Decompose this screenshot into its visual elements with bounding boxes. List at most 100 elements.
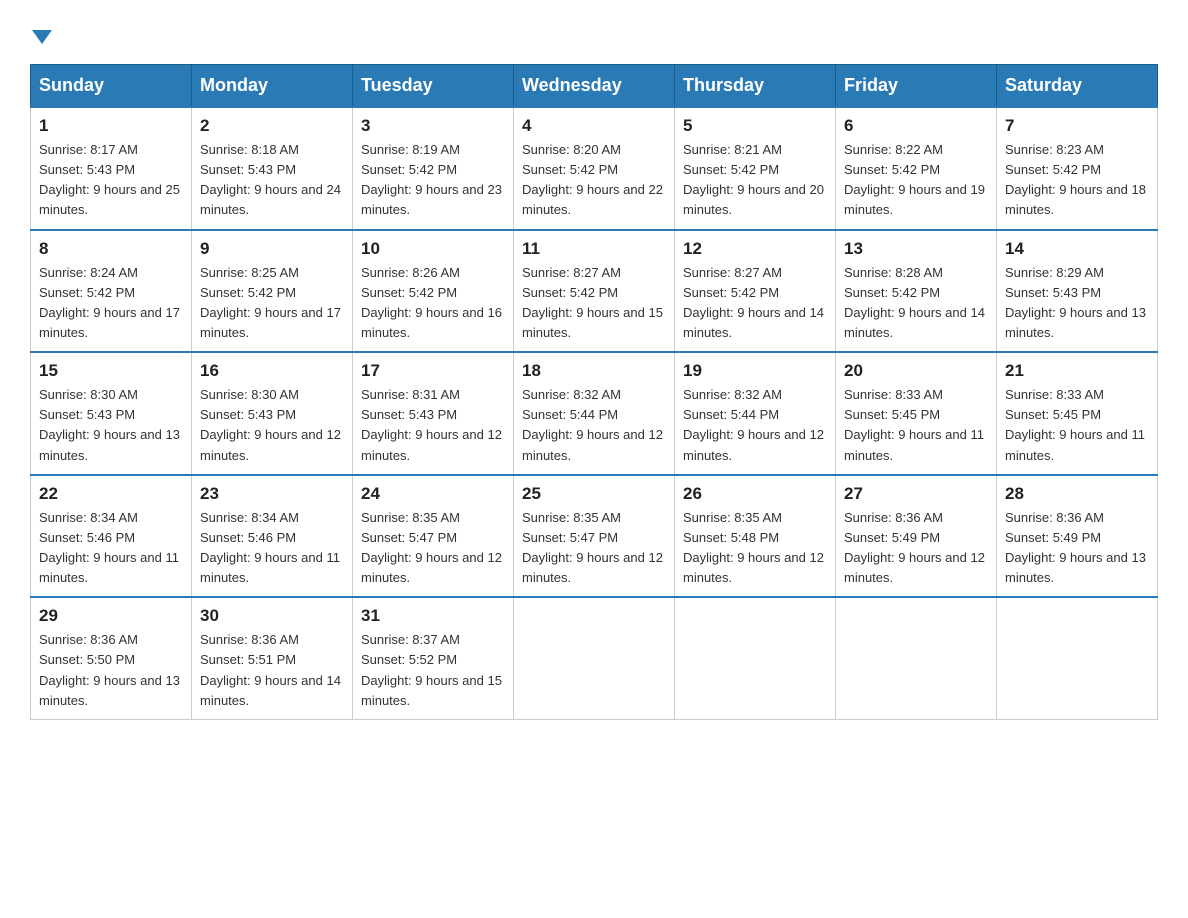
day-info: Sunrise: 8:34 AM Sunset: 5:46 PM Dayligh… [200,508,344,589]
calendar-cell: 28 Sunrise: 8:36 AM Sunset: 5:49 PM Dayl… [997,475,1158,598]
day-number: 30 [200,606,344,626]
calendar-cell: 11 Sunrise: 8:27 AM Sunset: 5:42 PM Dayl… [514,230,675,353]
calendar-cell: 18 Sunrise: 8:32 AM Sunset: 5:44 PM Dayl… [514,352,675,475]
day-info: Sunrise: 8:17 AM Sunset: 5:43 PM Dayligh… [39,140,183,221]
calendar-cell: 16 Sunrise: 8:30 AM Sunset: 5:43 PM Dayl… [192,352,353,475]
day-number: 19 [683,361,827,381]
calendar-cell: 9 Sunrise: 8:25 AM Sunset: 5:42 PM Dayli… [192,230,353,353]
calendar-cell: 5 Sunrise: 8:21 AM Sunset: 5:42 PM Dayli… [675,107,836,230]
weekday-header-friday: Friday [836,65,997,108]
day-info: Sunrise: 8:20 AM Sunset: 5:42 PM Dayligh… [522,140,666,221]
day-info: Sunrise: 8:36 AM Sunset: 5:50 PM Dayligh… [39,630,183,711]
day-info: Sunrise: 8:18 AM Sunset: 5:43 PM Dayligh… [200,140,344,221]
day-info: Sunrise: 8:35 AM Sunset: 5:47 PM Dayligh… [522,508,666,589]
page-header [30,20,1158,44]
day-number: 17 [361,361,505,381]
day-number: 11 [522,239,666,259]
day-number: 1 [39,116,183,136]
day-number: 18 [522,361,666,381]
day-info: Sunrise: 8:32 AM Sunset: 5:44 PM Dayligh… [683,385,827,466]
calendar-week-row: 22 Sunrise: 8:34 AM Sunset: 5:46 PM Dayl… [31,475,1158,598]
day-number: 9 [200,239,344,259]
day-info: Sunrise: 8:30 AM Sunset: 5:43 PM Dayligh… [200,385,344,466]
calendar-cell: 25 Sunrise: 8:35 AM Sunset: 5:47 PM Dayl… [514,475,675,598]
calendar-cell [836,597,997,719]
calendar-cell: 8 Sunrise: 8:24 AM Sunset: 5:42 PM Dayli… [31,230,192,353]
logo [30,30,52,44]
calendar-cell: 31 Sunrise: 8:37 AM Sunset: 5:52 PM Dayl… [353,597,514,719]
day-number: 25 [522,484,666,504]
day-info: Sunrise: 8:28 AM Sunset: 5:42 PM Dayligh… [844,263,988,344]
calendar-cell: 12 Sunrise: 8:27 AM Sunset: 5:42 PM Dayl… [675,230,836,353]
day-info: Sunrise: 8:37 AM Sunset: 5:52 PM Dayligh… [361,630,505,711]
calendar-cell: 23 Sunrise: 8:34 AM Sunset: 5:46 PM Dayl… [192,475,353,598]
calendar-cell: 1 Sunrise: 8:17 AM Sunset: 5:43 PM Dayli… [31,107,192,230]
calendar-week-row: 15 Sunrise: 8:30 AM Sunset: 5:43 PM Dayl… [31,352,1158,475]
weekday-header-sunday: Sunday [31,65,192,108]
day-info: Sunrise: 8:36 AM Sunset: 5:49 PM Dayligh… [1005,508,1149,589]
calendar-cell: 27 Sunrise: 8:36 AM Sunset: 5:49 PM Dayl… [836,475,997,598]
logo-triangle-icon [32,30,52,44]
weekday-header-tuesday: Tuesday [353,65,514,108]
calendar-cell: 26 Sunrise: 8:35 AM Sunset: 5:48 PM Dayl… [675,475,836,598]
calendar-week-row: 1 Sunrise: 8:17 AM Sunset: 5:43 PM Dayli… [31,107,1158,230]
day-info: Sunrise: 8:33 AM Sunset: 5:45 PM Dayligh… [1005,385,1149,466]
day-info: Sunrise: 8:24 AM Sunset: 5:42 PM Dayligh… [39,263,183,344]
calendar-cell: 17 Sunrise: 8:31 AM Sunset: 5:43 PM Dayl… [353,352,514,475]
calendar-cell: 4 Sunrise: 8:20 AM Sunset: 5:42 PM Dayli… [514,107,675,230]
calendar-cell: 15 Sunrise: 8:30 AM Sunset: 5:43 PM Dayl… [31,352,192,475]
calendar-cell: 20 Sunrise: 8:33 AM Sunset: 5:45 PM Dayl… [836,352,997,475]
calendar-week-row: 8 Sunrise: 8:24 AM Sunset: 5:42 PM Dayli… [31,230,1158,353]
calendar-cell: 13 Sunrise: 8:28 AM Sunset: 5:42 PM Dayl… [836,230,997,353]
weekday-header-wednesday: Wednesday [514,65,675,108]
day-number: 13 [844,239,988,259]
day-number: 8 [39,239,183,259]
day-info: Sunrise: 8:34 AM Sunset: 5:46 PM Dayligh… [39,508,183,589]
calendar-week-row: 29 Sunrise: 8:36 AM Sunset: 5:50 PM Dayl… [31,597,1158,719]
calendar-cell [514,597,675,719]
day-number: 10 [361,239,505,259]
calendar-cell: 29 Sunrise: 8:36 AM Sunset: 5:50 PM Dayl… [31,597,192,719]
day-number: 23 [200,484,344,504]
day-number: 27 [844,484,988,504]
day-info: Sunrise: 8:23 AM Sunset: 5:42 PM Dayligh… [1005,140,1149,221]
day-number: 22 [39,484,183,504]
day-number: 3 [361,116,505,136]
day-info: Sunrise: 8:36 AM Sunset: 5:49 PM Dayligh… [844,508,988,589]
weekday-header-monday: Monday [192,65,353,108]
day-number: 7 [1005,116,1149,136]
calendar-header: SundayMondayTuesdayWednesdayThursdayFrid… [31,65,1158,108]
day-info: Sunrise: 8:27 AM Sunset: 5:42 PM Dayligh… [522,263,666,344]
calendar-cell: 14 Sunrise: 8:29 AM Sunset: 5:43 PM Dayl… [997,230,1158,353]
day-number: 14 [1005,239,1149,259]
day-info: Sunrise: 8:27 AM Sunset: 5:42 PM Dayligh… [683,263,827,344]
day-number: 6 [844,116,988,136]
day-info: Sunrise: 8:19 AM Sunset: 5:42 PM Dayligh… [361,140,505,221]
day-info: Sunrise: 8:35 AM Sunset: 5:48 PM Dayligh… [683,508,827,589]
calendar-cell: 7 Sunrise: 8:23 AM Sunset: 5:42 PM Dayli… [997,107,1158,230]
day-info: Sunrise: 8:32 AM Sunset: 5:44 PM Dayligh… [522,385,666,466]
calendar-cell: 6 Sunrise: 8:22 AM Sunset: 5:42 PM Dayli… [836,107,997,230]
day-number: 28 [1005,484,1149,504]
calendar-cell: 3 Sunrise: 8:19 AM Sunset: 5:42 PM Dayli… [353,107,514,230]
calendar-cell [997,597,1158,719]
calendar-cell: 19 Sunrise: 8:32 AM Sunset: 5:44 PM Dayl… [675,352,836,475]
calendar-cell [675,597,836,719]
day-info: Sunrise: 8:30 AM Sunset: 5:43 PM Dayligh… [39,385,183,466]
day-number: 29 [39,606,183,626]
weekday-header-thursday: Thursday [675,65,836,108]
day-info: Sunrise: 8:25 AM Sunset: 5:42 PM Dayligh… [200,263,344,344]
day-number: 21 [1005,361,1149,381]
day-number: 20 [844,361,988,381]
day-number: 2 [200,116,344,136]
day-number: 24 [361,484,505,504]
day-info: Sunrise: 8:22 AM Sunset: 5:42 PM Dayligh… [844,140,988,221]
calendar-cell: 2 Sunrise: 8:18 AM Sunset: 5:43 PM Dayli… [192,107,353,230]
calendar-cell: 30 Sunrise: 8:36 AM Sunset: 5:51 PM Dayl… [192,597,353,719]
day-number: 15 [39,361,183,381]
day-info: Sunrise: 8:29 AM Sunset: 5:43 PM Dayligh… [1005,263,1149,344]
calendar-cell: 10 Sunrise: 8:26 AM Sunset: 5:42 PM Dayl… [353,230,514,353]
calendar-cell: 24 Sunrise: 8:35 AM Sunset: 5:47 PM Dayl… [353,475,514,598]
calendar-cell: 22 Sunrise: 8:34 AM Sunset: 5:46 PM Dayl… [31,475,192,598]
day-info: Sunrise: 8:36 AM Sunset: 5:51 PM Dayligh… [200,630,344,711]
